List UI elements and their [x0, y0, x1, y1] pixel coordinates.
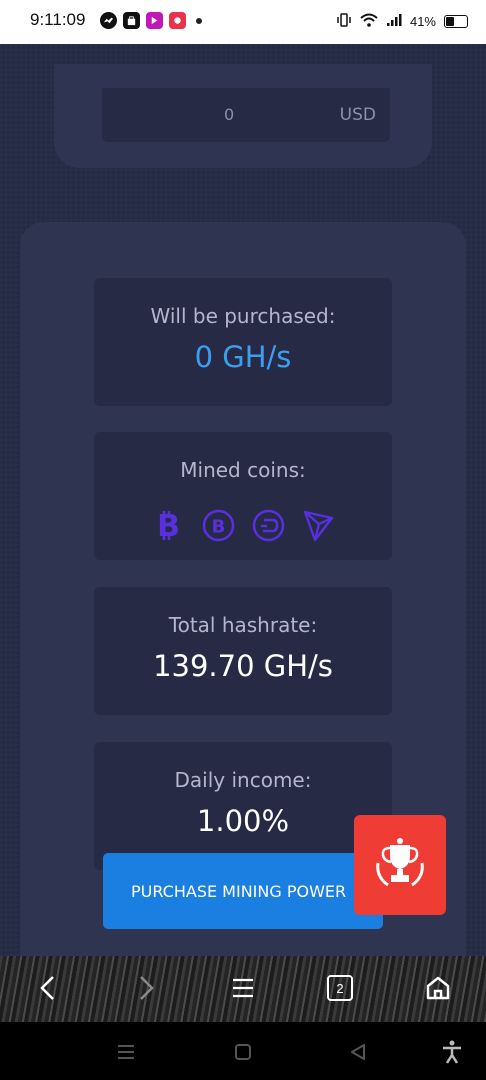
- mined-coins-box: Mined coins: B B: [94, 432, 392, 560]
- system-back-icon[interactable]: [346, 1040, 370, 1064]
- income-value: 1.00%: [196, 804, 290, 838]
- trophy-badge-button[interactable]: [354, 815, 446, 915]
- forward-icon[interactable]: [128, 970, 164, 1006]
- signal-icon: [386, 13, 402, 30]
- purchased-value: 0 GH/s: [194, 340, 292, 374]
- system-home-icon[interactable]: [231, 1040, 255, 1064]
- currency-label: USD: [339, 105, 376, 125]
- daily-income-box: Daily income: 1.00%: [94, 742, 392, 870]
- status-bar: 9:11:09 41%: [0, 0, 486, 44]
- notification-icons: [100, 12, 202, 29]
- app-notification-icon-2: [169, 12, 186, 29]
- system-status-icons: 41%: [336, 12, 468, 31]
- shopping-bag-icon: [123, 12, 140, 29]
- purchased-label: Will be purchased:: [150, 304, 336, 328]
- purchase-mining-power-button[interactable]: PURCHASE MINING POWER: [103, 853, 383, 929]
- home-icon[interactable]: [420, 970, 456, 1006]
- accessibility-icon[interactable]: [440, 1040, 464, 1064]
- bitcoin-icon: B: [152, 509, 185, 542]
- messenger-icon: [100, 12, 117, 29]
- purchase-preview-box: Will be purchased: 0 GH/s: [94, 278, 392, 406]
- tab-count: 2: [327, 975, 353, 1001]
- bitcoin-cash-icon: B: [202, 509, 235, 542]
- tabs-button[interactable]: 2: [322, 970, 358, 1006]
- browser-nav-bar: 2: [0, 956, 486, 1022]
- total-hashrate-box: Total hashrate: 139.70 GH/s: [94, 587, 392, 715]
- hashrate-label: Total hashrate:: [168, 613, 318, 637]
- amount-field[interactable]: 0 USD: [102, 88, 390, 142]
- amount-value: 0: [224, 105, 235, 124]
- income-label: Daily income:: [174, 768, 312, 792]
- mined-coins-list: B B: [94, 509, 392, 542]
- recent-apps-icon[interactable]: [114, 1040, 138, 1064]
- vibrate-icon: [336, 12, 352, 31]
- back-icon[interactable]: [30, 970, 66, 1006]
- dash-icon: [252, 509, 285, 542]
- battery-icon: [444, 15, 468, 28]
- mined-coins-label: Mined coins:: [180, 458, 306, 482]
- trophy-icon: [376, 838, 424, 887]
- svg-text:B: B: [211, 517, 225, 538]
- battery-percent: 41%: [409, 14, 436, 29]
- wifi-icon: [360, 13, 378, 30]
- tron-icon: [302, 509, 335, 542]
- app-notification-icon: [146, 12, 163, 29]
- system-nav-bar: [0, 1022, 486, 1080]
- hashrate-value: 139.70 GH/s: [153, 649, 333, 683]
- status-time: 9:11:09: [30, 10, 86, 29]
- menu-icon[interactable]: [225, 970, 261, 1006]
- more-notifications-icon: [196, 17, 202, 24]
